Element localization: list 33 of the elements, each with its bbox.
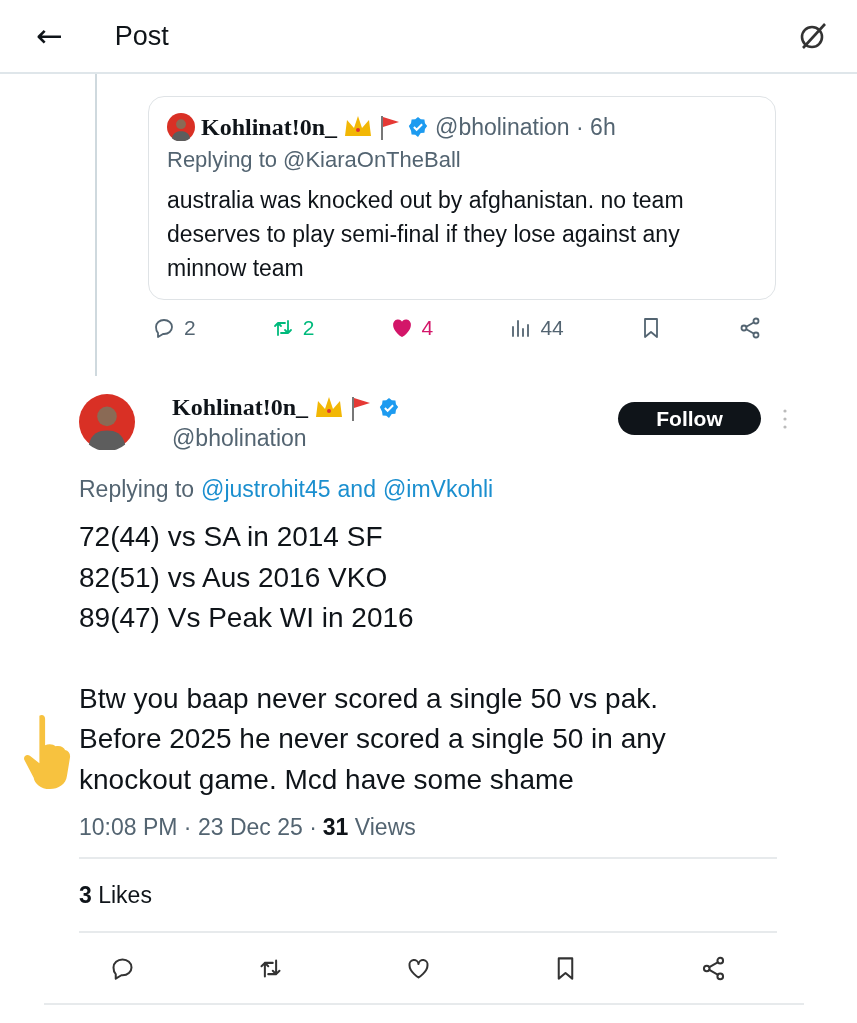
reply-button[interactable]: 2 xyxy=(152,316,196,340)
likes-count[interactable]: 3 Likes xyxy=(79,881,152,909)
mention-link[interactable]: @imVkohli xyxy=(382,476,494,503)
views-button[interactable]: 44 xyxy=(508,316,564,340)
display-name: Kohlinat!0n_ xyxy=(201,113,338,141)
handle: @bholination xyxy=(172,425,308,452)
quoted-reply-card[interactable]: Kohlinat!0n_ @bholination · 6h Replying to @KiaraOnTheBall australia was knocked out by afghanistan. no team deserves to play semi-final if they lose against any minnow team xyxy=(148,96,776,300)
share-button[interactable] xyxy=(700,954,727,982)
post-text-line: Btw you baap never scored a single 50 vs pak. xyxy=(79,681,659,716)
reply-icon xyxy=(152,316,176,340)
and-text: and xyxy=(337,476,376,503)
share-icon xyxy=(700,954,727,982)
avatar[interactable] xyxy=(79,394,135,450)
handle-and-time: @bholination · 6h xyxy=(435,113,616,141)
pointing-hand-emoji-icon xyxy=(22,712,72,790)
like-button[interactable]: 4 xyxy=(389,316,434,340)
replying-to-label: Replying to xyxy=(79,476,195,503)
post-text-line: 89(47) Vs Peak WI in 2016 xyxy=(79,601,415,635)
post-text-line: Before 2025 he never scored a single 50 in any xyxy=(79,722,667,756)
post-text-line: 82(51) vs Aus 2016 VKO xyxy=(79,560,389,595)
post-text-line: 72(44) vs SA in 2014 SF xyxy=(79,520,384,554)
page-title: Post xyxy=(114,20,170,52)
post-text-line: knockout game. Mcd have some shame xyxy=(79,762,575,797)
mention-link[interactable]: @KiaraOnTheBall xyxy=(283,147,461,173)
follow-button[interactable]: Follow xyxy=(618,402,761,435)
back-button[interactable]: ← xyxy=(36,17,63,55)
views-count: 31 Views xyxy=(322,814,416,841)
replying-to-label: Replying to xyxy=(167,147,278,173)
reply-text: australia was knocked out by afghanistan. no team deserves to play semi-final if they lose against any minnow team xyxy=(167,186,685,283)
avatar[interactable] xyxy=(167,113,195,141)
mention-link[interactable]: @justrohit45 xyxy=(201,476,331,503)
post-time: 10:08 PM · 23 Dec 25 · xyxy=(79,814,317,841)
display-name: Kohlinat!0n_ xyxy=(172,394,309,421)
